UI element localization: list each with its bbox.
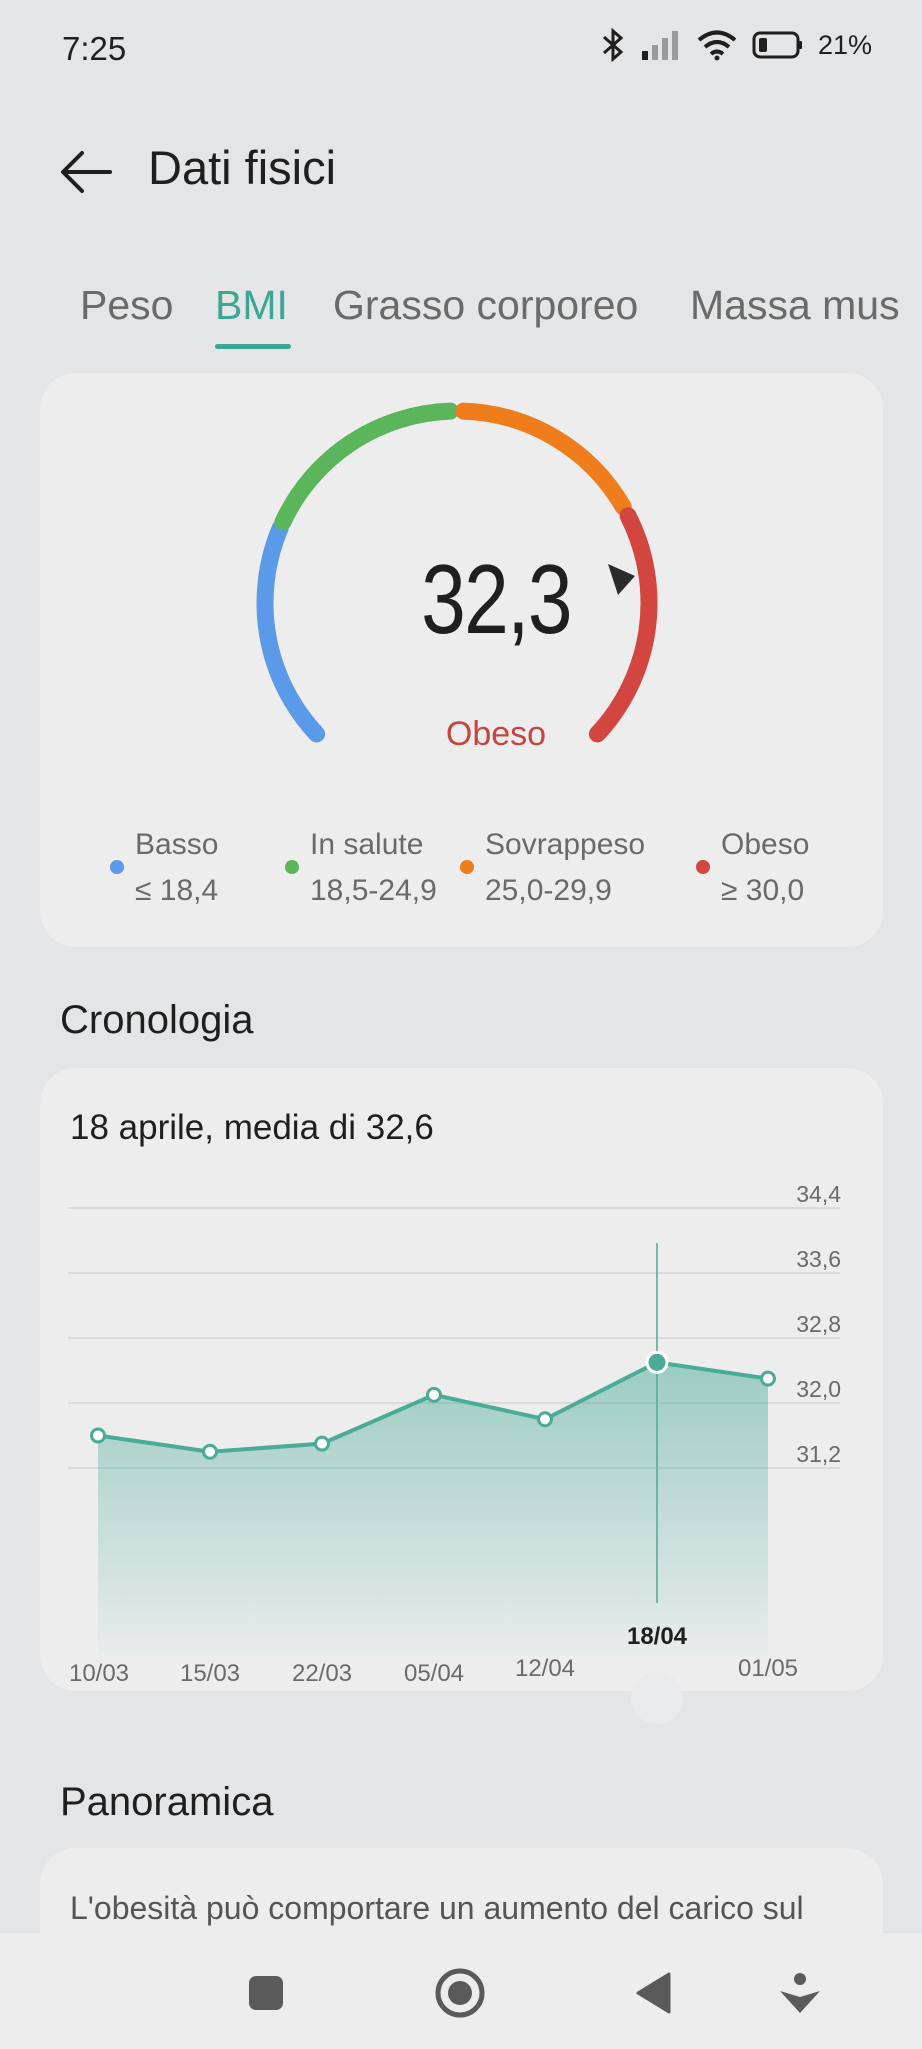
- gauge-pointer-icon: [608, 564, 635, 595]
- series-area: [98, 1362, 768, 1653]
- y-tick-label: 32,0: [796, 1376, 841, 1402]
- y-tick-label: 33,6: [796, 1246, 841, 1272]
- battery-icon: [752, 31, 802, 59]
- assistant-icon: [780, 1973, 820, 2013]
- legend-label: Sovrappeso: [485, 828, 646, 861]
- data-point[interactable]: [90, 1427, 106, 1444]
- y-tick-label: 34,4: [796, 1181, 841, 1207]
- legend-label: Obeso: [721, 828, 810, 861]
- data-point[interactable]: [314, 1435, 330, 1452]
- tab-peso[interactable]: Peso: [80, 282, 173, 329]
- overview-text: L'obesità può comportare un aumento del …: [70, 1890, 804, 1926]
- bmi-status: Obeso: [445, 715, 547, 753]
- x-tick-label: 15/03: [180, 1660, 240, 1687]
- tab-bar: Peso BMI Grasso corporeo Massa mus: [0, 276, 922, 356]
- signal-icon: [641, 31, 678, 60]
- circle-icon: [435, 1968, 485, 2018]
- page-title: Dati fisici: [148, 141, 337, 194]
- home-button[interactable]: [430, 1963, 490, 2023]
- scrubber-handle[interactable]: [631, 1672, 683, 1724]
- history-chart-card: 18 aprile, media di 32,6 34,4 33,6 32,8 32,…: [40, 1068, 883, 1724]
- bluetooth-icon: [602, 28, 624, 62]
- x-tick-label: 12/04: [515, 1655, 575, 1682]
- data-point[interactable]: [760, 1370, 776, 1387]
- tab-grasso-corporeo[interactable]: Grasso corporeo: [333, 282, 638, 329]
- data-point[interactable]: [645, 1350, 669, 1374]
- bmi-history-chart[interactable]: 34,4 33,6 32,8 32,0 31,2 10/03 15/03 22/03 05/04…: [40, 1068, 883, 1768]
- tab-massa-muscolare[interactable]: Massa mus: [690, 282, 900, 329]
- bmi-gauge-card: 32,3 Obeso Basso ≤ 18,4 In salute 18,5-2…: [40, 373, 883, 947]
- legend-dot: [110, 860, 124, 874]
- square-icon: [249, 1976, 283, 2010]
- legend-range: ≥ 30,0: [721, 874, 805, 907]
- status-bar: 7:25 21%: [0, 0, 922, 100]
- tab-indicator: [215, 344, 291, 349]
- gauge-arc-sovrappeso: [455, 402, 632, 516]
- legend-label: In salute: [310, 828, 424, 861]
- x-tick-label: 10/03: [69, 1660, 129, 1687]
- legend-range: 18,5-24,9: [310, 874, 437, 907]
- x-tick-label: 01/05: [738, 1655, 798, 1682]
- status-time: 7:25: [62, 30, 127, 67]
- battery-level: 21%: [817, 29, 872, 60]
- x-tick-label: 18/04: [627, 1623, 688, 1650]
- x-tick-label: 22/03: [292, 1660, 352, 1687]
- x-tick-label: 05/04: [404, 1660, 464, 1687]
- y-tick-label: 32,8: [796, 1311, 841, 1337]
- back-button[interactable]: [624, 1963, 684, 2023]
- tab-bmi[interactable]: BMI: [215, 282, 288, 329]
- triangle-back-icon: [636, 1972, 671, 2014]
- legend-label: Basso: [135, 828, 219, 861]
- recent-apps-button[interactable]: [236, 1963, 296, 2023]
- legend-dot: [285, 860, 299, 874]
- history-title: Cronologia: [60, 998, 254, 1042]
- status-icons: 21%: [600, 28, 872, 62]
- gauge-arc-basso: [256, 519, 326, 743]
- assistant-button[interactable]: [770, 1963, 830, 2023]
- overview-title: Panoramica: [60, 1780, 274, 1824]
- y-tick-label: 31,2: [796, 1441, 841, 1467]
- app-bar: Dati fisici: [0, 130, 922, 210]
- legend-range: 25,0-29,9: [485, 874, 612, 907]
- system-nav-bar: [0, 1933, 922, 2049]
- bmi-value: 32,3: [421, 544, 572, 654]
- legend-dot: [460, 860, 474, 874]
- data-point[interactable]: [537, 1411, 553, 1428]
- legend-dot: [696, 860, 710, 874]
- gauge-arc-in-salute: [274, 402, 459, 531]
- legend-range: ≤ 18,4: [135, 874, 219, 907]
- wifi-icon: [697, 30, 737, 61]
- data-point[interactable]: [426, 1386, 442, 1403]
- data-point[interactable]: [202, 1443, 218, 1460]
- back-arrow-icon[interactable]: [58, 142, 118, 202]
